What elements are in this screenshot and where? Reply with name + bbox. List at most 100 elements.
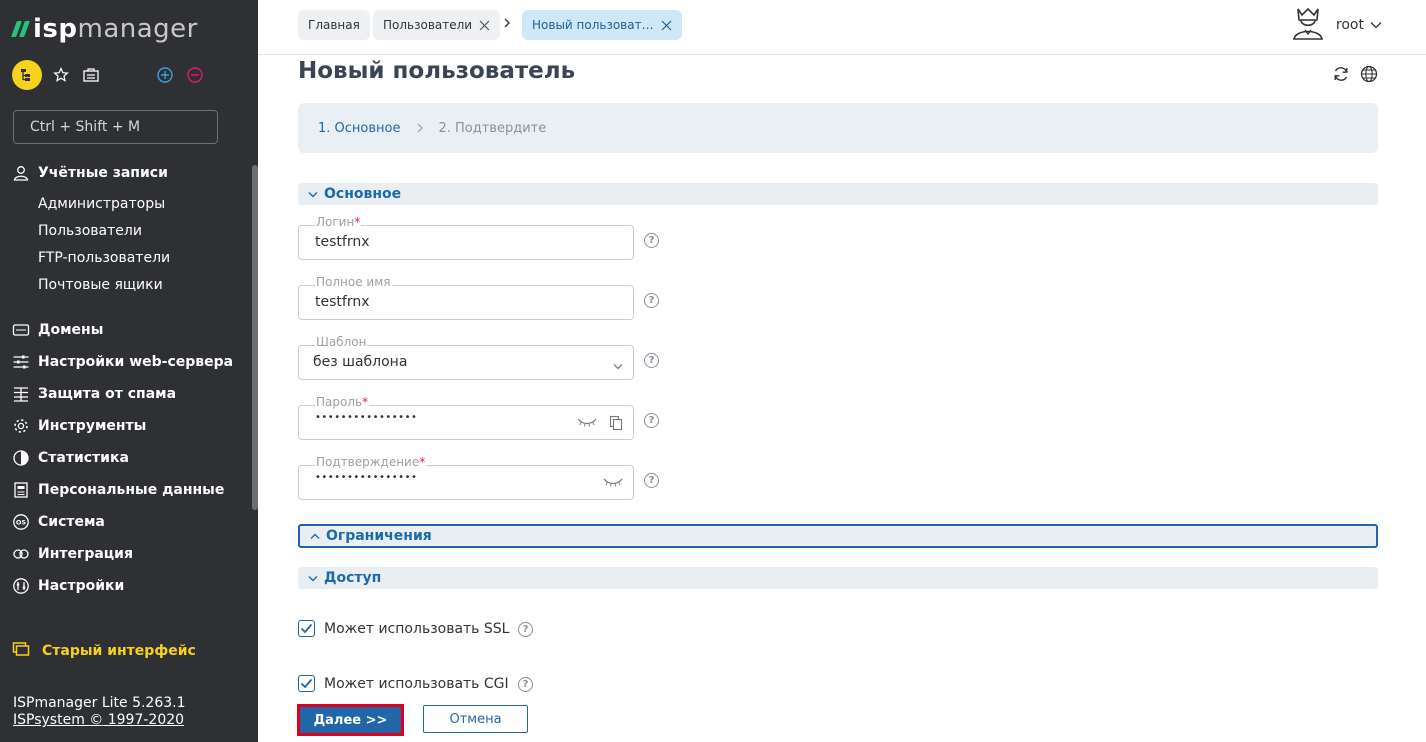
menu-tree-icon[interactable]: [12, 60, 42, 90]
section-limits[interactable]: Ограничения: [298, 524, 1378, 548]
template-label: Шаблон: [315, 335, 368, 349]
help-icon[interactable]: ?: [644, 233, 659, 248]
old-interface-link[interactable]: Старый интерфейс: [12, 640, 196, 662]
cgi-checkbox[interactable]: [298, 675, 315, 692]
refresh-icon[interactable]: [1332, 65, 1350, 87]
help-icon[interactable]: ?: [518, 622, 533, 637]
star-icon[interactable]: [50, 64, 72, 86]
close-icon[interactable]: [479, 20, 490, 31]
ssl-checkbox-row[interactable]: Может использовать SSL: [298, 620, 509, 637]
required-mark: *: [419, 455, 426, 469]
copyright-link[interactable]: ISPsystem © 1997-2020: [13, 712, 184, 728]
page-title: Новый пользователь: [298, 58, 576, 84]
gear-icon: [12, 417, 30, 435]
password-label: Пароль: [316, 395, 363, 409]
chevron-right-icon: [503, 17, 511, 33]
breadcrumb-home[interactable]: Главная: [298, 10, 370, 40]
breadcrumb-users[interactable]: Пользователи: [373, 10, 501, 40]
cgi-checkbox-row[interactable]: Может использовать CGI: [298, 675, 509, 692]
sidebar-item-spam[interactable]: Защита от спама: [12, 385, 176, 403]
login-field[interactable]: Логин* testfrnx: [298, 215, 634, 260]
login-value: testfrnx: [315, 234, 370, 250]
users-icon: [12, 164, 30, 182]
template-select[interactable]: Шаблон без шаблона: [298, 335, 634, 380]
wizard-step-confirm: 2. Подтвердите: [438, 120, 547, 136]
ssl-checkbox[interactable]: [298, 620, 315, 637]
menu-search-input[interactable]: Ctrl + Shift + M: [13, 110, 218, 144]
password-field[interactable]: Пароль* ••••••••••••••••: [298, 395, 634, 440]
breadcrumb-new-user[interactable]: Новый пользоват…: [522, 10, 682, 40]
sidebar-item-personal-data[interactable]: Персональные данные: [12, 481, 224, 499]
expand-all-icon[interactable]: [154, 64, 176, 86]
os-icon: OS: [12, 513, 30, 531]
sidebar-item-statistics[interactable]: Статистика: [12, 449, 129, 467]
spam-shield-icon: [12, 385, 30, 403]
cancel-button[interactable]: Отмена: [423, 705, 528, 733]
sidebar-item-administrators[interactable]: Администраторы: [38, 196, 165, 212]
template-value: без шаблона: [313, 354, 408, 370]
old-interface-icon: [12, 640, 30, 662]
dashboard-icon[interactable]: [80, 64, 102, 86]
sidebar-item-domains[interactable]: Домены: [12, 321, 103, 339]
quick-actions: [12, 60, 206, 90]
sidebar-item-mailboxes[interactable]: Почтовые ящики: [38, 277, 163, 293]
sidebar-item-system[interactable]: OS Система: [12, 513, 105, 531]
collapse-all-icon[interactable]: [184, 64, 206, 86]
version-info: ISPmanager Lite 5.263.1 ISPsystem © 1997…: [13, 695, 186, 729]
sidebar-item-webserver[interactable]: Настройки web-сервера: [12, 353, 233, 371]
domains-icon: [12, 321, 30, 339]
help-icon[interactable]: ?: [644, 353, 659, 368]
chevron-right-icon: [416, 122, 424, 134]
svg-text:OS: OS: [16, 519, 27, 527]
user-menu[interactable]: root: [1290, 6, 1382, 44]
sidebar: ispmanager Ctrl + Shift + M Учётные запи…: [0, 0, 258, 742]
confirm-password-field[interactable]: Подтверждение* ••••••••••••••••: [298, 455, 634, 500]
fullname-field[interactable]: Полное имя testfrnx: [298, 275, 634, 320]
required-mark: *: [362, 395, 369, 409]
logo-mark-icon: [11, 21, 30, 37]
logo[interactable]: ispmanager: [11, 14, 198, 44]
wizard-step-basic[interactable]: 1. Основное: [318, 121, 400, 136]
sliders-icon: [12, 353, 30, 371]
sidebar-item-users[interactable]: Пользователи: [38, 223, 142, 239]
user-avatar-icon: [1290, 6, 1326, 44]
sidebar-item-ftp-users[interactable]: FTP-пользователи: [38, 250, 170, 266]
password-value: ••••••••••••••••: [315, 412, 418, 423]
eye-closed-icon[interactable]: [577, 416, 597, 432]
cgi-label: Может использовать CGI: [324, 675, 509, 692]
close-icon[interactable]: [661, 20, 672, 31]
chevron-down-icon: [308, 191, 318, 198]
sidebar-scrollbar[interactable]: [252, 165, 258, 510]
chevron-down-icon: [613, 358, 623, 374]
version-text: ISPmanager Lite 5.263.1: [13, 695, 186, 711]
generate-password-icon[interactable]: [609, 415, 623, 435]
logo-rest: manager: [77, 14, 198, 44]
wizard-steps: 1. Основное 2. Подтвердите: [298, 103, 1378, 153]
next-button[interactable]: Далее >>: [297, 704, 404, 736]
help-icon[interactable]: ?: [644, 473, 659, 488]
fullname-value: testfrnx: [315, 294, 370, 310]
main-content: Новый пользователь 1. Основное 2. Подтве…: [297, 55, 1378, 742]
settings-icon: [12, 577, 30, 595]
help-icon[interactable]: ?: [644, 293, 659, 308]
sidebar-item-integration[interactable]: Интеграция: [12, 545, 133, 563]
confirm-label: Подтверждение: [316, 455, 420, 469]
topbar: Главная Пользователи Новый пользоват… ro…: [258, 0, 1426, 55]
chevron-down-icon: [1370, 17, 1382, 33]
section-basic[interactable]: Основное: [298, 183, 1378, 205]
eye-closed-icon[interactable]: [603, 476, 623, 492]
sidebar-item-accounts[interactable]: Учётные записи: [12, 164, 168, 182]
login-label: Логин: [316, 215, 355, 229]
sidebar-item-tools[interactable]: Инструменты: [12, 417, 146, 435]
ssl-label: Может использовать SSL: [324, 620, 510, 637]
confirm-value: ••••••••••••••••: [315, 472, 418, 483]
globe-icon[interactable]: [1360, 65, 1378, 87]
sidebar-item-settings[interactable]: Настройки: [12, 577, 124, 595]
section-access[interactable]: Доступ: [298, 567, 1378, 589]
user-name: root: [1335, 17, 1364, 33]
chevron-down-icon: [308, 575, 318, 582]
required-mark: *: [354, 215, 361, 229]
help-icon[interactable]: ?: [518, 677, 533, 692]
help-icon[interactable]: ?: [644, 413, 659, 428]
pie-chart-icon: [12, 449, 30, 467]
